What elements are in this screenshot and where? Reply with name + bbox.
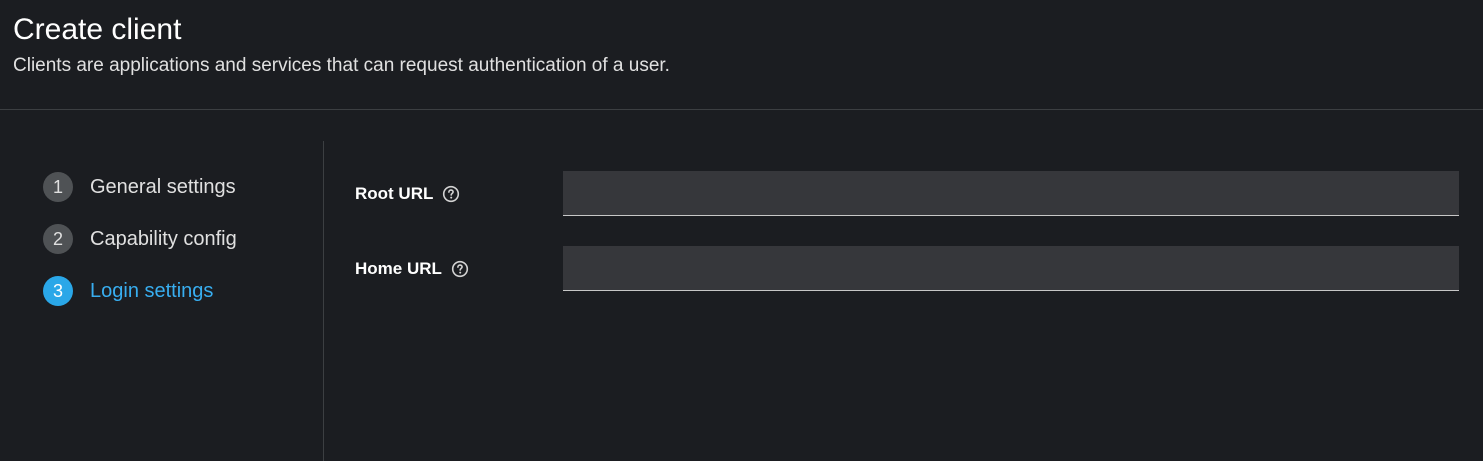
wizard-step-capability-config[interactable]: 2 Capability config: [43, 224, 237, 254]
step-label: Login settings: [90, 279, 214, 302]
wizard-nav: 1 General settings 2 Capability config 3…: [0, 141, 324, 461]
home-url-label: Home URL: [355, 258, 442, 278]
root-url-label-group: Root URL: [355, 171, 460, 216]
page-description: Clients are applications and services th…: [13, 55, 670, 76]
home-url-label-group: Home URL: [355, 246, 469, 291]
step-number: 1: [43, 172, 73, 202]
root-url-row: Root URL: [355, 171, 1459, 216]
help-icon[interactable]: [442, 185, 460, 203]
help-icon[interactable]: [451, 260, 469, 278]
wizard-step-login-settings[interactable]: 3 Login settings: [43, 276, 213, 306]
root-url-input[interactable]: [563, 171, 1459, 216]
page-title: Create client: [13, 13, 182, 46]
step-label: General settings: [90, 175, 236, 198]
step-number: 2: [43, 224, 73, 254]
home-url-row: Home URL: [355, 246, 1459, 291]
home-url-input[interactable]: [563, 246, 1459, 291]
wizard-body: 1 General settings 2 Capability config 3…: [0, 111, 1483, 461]
page-header: Create client Clients are applications a…: [0, 0, 1483, 110]
step-number: 3: [43, 276, 73, 306]
step-label: Capability config: [90, 227, 237, 250]
wizard-step-general-settings[interactable]: 1 General settings: [43, 172, 236, 202]
root-url-label: Root URL: [355, 183, 434, 203]
